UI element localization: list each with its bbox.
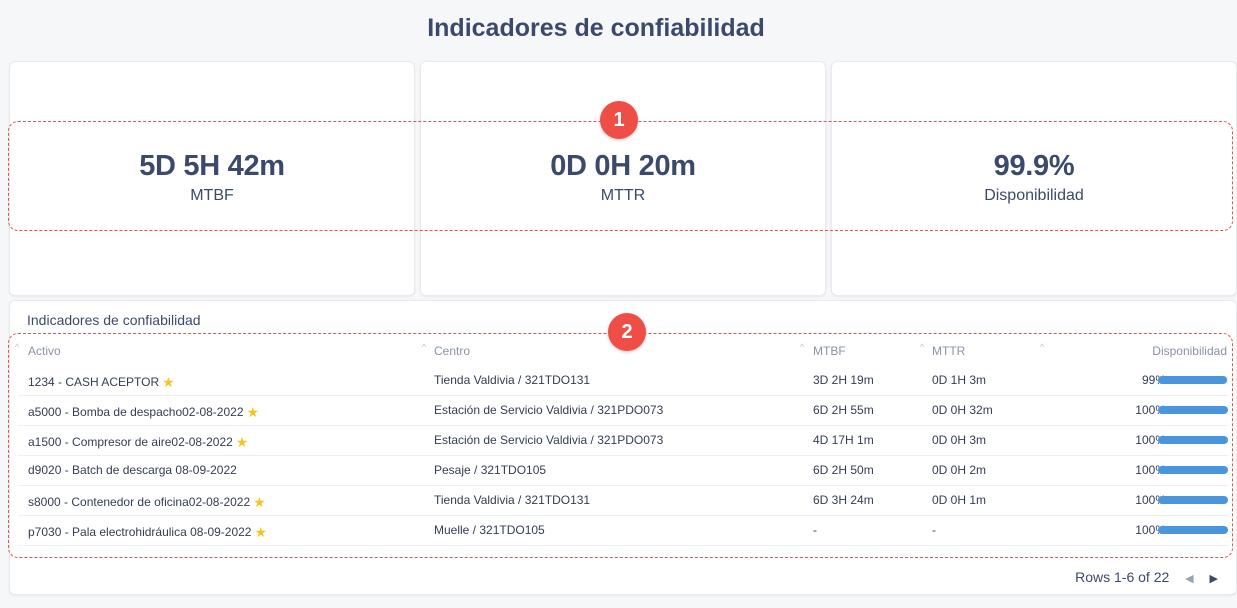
chevron-right-icon[interactable]: ▶ bbox=[1210, 572, 1218, 585]
annotation-badge-2: 2 bbox=[608, 313, 646, 351]
table-title: Indicadores de confiabilidad bbox=[27, 312, 201, 328]
page-title: Indicadores de confiabilidad bbox=[427, 14, 765, 42]
pagination-label: Rows 1-6 of 22 bbox=[1075, 569, 1170, 585]
pagination: Rows 1-6 of 22 ◀ ▶ bbox=[1075, 569, 1218, 585]
annotation-box-table bbox=[8, 333, 1233, 558]
annotation-badge-1: 1 bbox=[600, 101, 638, 139]
chevron-left-icon[interactable]: ◀ bbox=[1185, 572, 1193, 585]
